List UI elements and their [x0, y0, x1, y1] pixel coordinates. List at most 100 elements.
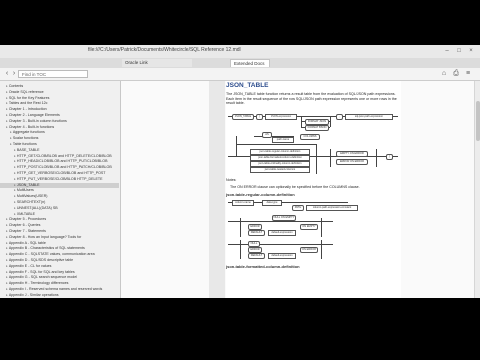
expand-arrow-icon[interactable]: ▸: [6, 223, 8, 227]
toc-item[interactable]: ▸Contents: [0, 84, 119, 89]
maximize-icon[interactable]: □: [456, 48, 462, 54]
expand-arrow-icon[interactable]: ▸: [14, 159, 16, 163]
expand-arrow-icon[interactable]: ▸: [10, 142, 12, 146]
expand-arrow-icon[interactable]: ▸: [6, 113, 8, 117]
toc-item-label: Appendix B - Characteristics of SQL stat…: [8, 246, 85, 251]
toc-item[interactable]: ▸HTTP_POST/CLOB/BLOB and HTTP_PATCH/CLOB…: [0, 165, 119, 170]
expand-arrow-icon[interactable]: ▸: [6, 101, 8, 105]
close-icon[interactable]: ×: [468, 48, 474, 54]
toc-item[interactable]: ▸Chapter 7 - Statements: [0, 229, 119, 234]
scrollbar-thumb[interactable]: [476, 101, 480, 141]
toc-item[interactable]: ▸Chapter 2 - Language Elements: [0, 113, 119, 118]
expand-arrow-icon[interactable]: ▸: [14, 183, 16, 187]
toc-item[interactable]: ▸HTTP_PUT_VERBOSE/CLOB/BLOB HTTP_DELETE: [0, 177, 119, 182]
title-bar: file:///C:/Users/Patrick/Documents/White…: [0, 45, 480, 59]
expand-arrow-icon[interactable]: ▸: [6, 119, 8, 123]
toc-item[interactable]: ▸HTTP_GET_VERBOSE/CLOB/BLOB and HTTP_POS…: [0, 171, 119, 176]
toc-item[interactable]: ▸BASE_TABLE: [0, 148, 119, 153]
expand-arrow-icon[interactable]: ▸: [14, 212, 16, 216]
diagram-data-type: data-type: [262, 200, 282, 206]
toc-item[interactable]: ▸Appendix G - SQL search sequence model: [0, 275, 119, 280]
toc-item[interactable]: ▸UNNEST(ALL)(DATA) SB: [0, 206, 119, 211]
toc-item[interactable]: ▸HTTP_GET/CLOB/BLOB and HTTP_DELETE/CLOB…: [0, 154, 119, 159]
toc-item[interactable]: ▸Appendix D - SQL/SDS descriptive table: [0, 258, 119, 263]
toc-item[interactable]: ▸Oracle SQL reference: [0, 90, 119, 95]
toc-item[interactable]: ▸Table functions: [0, 142, 119, 147]
toc-item[interactable]: ▸Aggregate functions: [0, 130, 119, 135]
document-scrollbar[interactable]: [474, 81, 480, 298]
toc-item-label: Appendix A - SQL table: [8, 240, 46, 245]
diagram-default-expression: default-expression: [268, 230, 296, 236]
toc-item-label: Chapter 8 - How an Input language? Tools…: [8, 234, 82, 239]
home-icon[interactable]: ⌂: [440, 70, 448, 78]
toc-item[interactable]: ▸XMLTABLE: [0, 212, 119, 217]
expand-arrow-icon[interactable]: ▸: [6, 246, 8, 250]
toc-item[interactable]: ▸Chapter 8 - How an Input language? Tool…: [0, 235, 119, 240]
expand-arrow-icon[interactable]: ▸: [14, 148, 16, 152]
expand-arrow-icon[interactable]: ▸: [6, 90, 8, 94]
expand-arrow-icon[interactable]: ▸: [6, 125, 8, 129]
expand-arrow-icon[interactable]: ▸: [6, 264, 8, 268]
expand-arrow-icon[interactable]: ▸: [14, 188, 16, 192]
expand-arrow-icon[interactable]: ▸: [6, 293, 8, 297]
toc-item[interactable]: ▸Appendix H - Terminology differences: [0, 281, 119, 286]
toc-item[interactable]: ▸JSON_TABLE: [0, 182, 119, 188]
expand-arrow-icon[interactable]: ▸: [14, 206, 16, 210]
expand-arrow-icon[interactable]: ▸: [6, 252, 8, 256]
expand-arrow-icon[interactable]: ▸: [6, 229, 8, 233]
toc-item[interactable]: ▸Chapter 5 - Procedures: [0, 217, 119, 222]
toc-item-label: Chapter 2 - Language Elements: [8, 113, 60, 117]
toc-item[interactable]: ▸Tables and the Rest 12c: [0, 101, 119, 106]
print-icon[interactable]: ⎙: [452, 70, 460, 78]
toc-item[interactable]: ▸MultiUsers: [0, 188, 119, 193]
minimize-icon[interactable]: –: [444, 48, 450, 54]
expand-arrow-icon[interactable]: ▸: [6, 270, 8, 274]
toc-item[interactable]: ▸Appendix C - SQLSTATE values, communica…: [0, 252, 119, 257]
toc-item[interactable]: ▸Chapter 3 - Built-in column functions: [0, 119, 119, 124]
toc-item[interactable]: ▸HTTP_HEAD/CLOB/BLOB and HTTP_PUT/CLOB/B…: [0, 159, 119, 164]
toc-item[interactable]: ▸SEARCHTEXT(n): [0, 200, 119, 205]
toc-item[interactable]: ▸Chapter 4 - Built-in functions: [0, 125, 119, 130]
expand-arrow-icon[interactable]: ▸: [14, 171, 16, 175]
toc-item-label: JSON_TABLE: [16, 182, 40, 187]
expand-arrow-icon[interactable]: ▸: [6, 84, 8, 88]
toc-item[interactable]: ▸Appendix B - Characteristics of SQL sta…: [0, 246, 119, 251]
toc-item[interactable]: ▸Chapter 6 - Queries: [0, 223, 119, 228]
expand-arrow-icon[interactable]: ▸: [14, 200, 16, 204]
forward-icon[interactable]: ›: [10, 70, 18, 78]
expand-arrow-icon[interactable]: ▸: [6, 241, 8, 245]
toc-item[interactable]: ▸Appendix A - SQL table: [0, 241, 119, 246]
toc-item[interactable]: ▸Scalar functions: [0, 136, 119, 141]
toc-item-label: HTTP_HEAD/CLOB/BLOB and HTTP_PUT/CLOB/BL…: [16, 159, 108, 164]
expand-arrow-icon[interactable]: ▸: [6, 275, 8, 279]
menu-icon[interactable]: ≡: [464, 70, 472, 78]
expand-arrow-icon[interactable]: ▸: [6, 107, 8, 111]
expand-arrow-icon[interactable]: ▸: [6, 235, 8, 239]
expand-arrow-icon[interactable]: ▸: [14, 194, 16, 198]
toc-item[interactable]: ▸SQL for the Key Features: [0, 96, 119, 101]
expand-arrow-icon[interactable]: ▸: [6, 287, 8, 291]
toc-item[interactable]: ▸Appendix E - CL for values: [0, 264, 119, 269]
expand-arrow-icon[interactable]: ▸: [14, 165, 16, 169]
toc-item[interactable]: ▸Chapter 1 - Introduction: [0, 107, 119, 112]
tab-extended-docs[interactable]: Extended Docs: [230, 59, 270, 67]
expand-arrow-icon[interactable]: ▸: [6, 217, 8, 221]
toc-item[interactable]: ▸Appendix I - Reserved schema names and …: [0, 287, 119, 292]
expand-arrow-icon[interactable]: ▸: [6, 258, 8, 262]
toc-item[interactable]: ▸Appendix F - SQL for SQL and key tables: [0, 270, 119, 275]
screen: file:///C:/Users/Patrick/Documents/White…: [0, 45, 480, 298]
tab-oracle-link[interactable]: Oracle Link: [122, 59, 192, 67]
toc-item[interactable]: ▸Appendix J - Similar operations: [0, 293, 119, 298]
toc-item-label: MultiValues(USER): [16, 194, 48, 199]
expand-arrow-icon[interactable]: ▸: [14, 177, 16, 181]
toc-item-label: MultiUsers: [16, 188, 34, 193]
toc-item[interactable]: ▸MultiValues(USER): [0, 194, 119, 199]
toc-item-label: Chapter 4 - Built-in functions: [8, 124, 55, 129]
expand-arrow-icon[interactable]: ▸: [6, 281, 8, 285]
expand-arrow-icon[interactable]: ▸: [10, 136, 12, 140]
toolbar: ‹ › Find in TOC ⌂ ⎙ ≡: [0, 68, 480, 81]
toc-search-input[interactable]: Find in TOC: [18, 70, 88, 78]
expand-arrow-icon[interactable]: ▸: [10, 130, 12, 134]
expand-arrow-icon[interactable]: ▸: [6, 96, 8, 100]
expand-arrow-icon[interactable]: ▸: [14, 154, 16, 158]
